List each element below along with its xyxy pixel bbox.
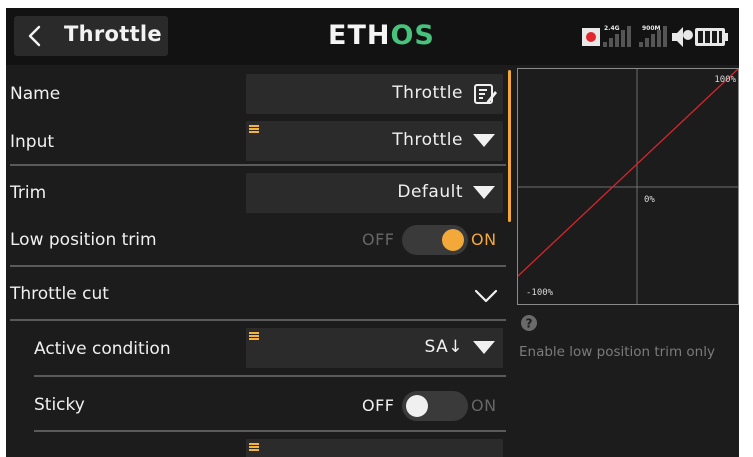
toggle-knob[interactable] xyxy=(406,395,428,417)
toggle-on-label: ON xyxy=(471,396,497,415)
curve-min-label: -100% xyxy=(526,288,554,298)
throttle-cut-label: Throttle cut xyxy=(10,284,109,304)
ethos-logo: ETH OS xyxy=(328,18,435,52)
trim-value: Default xyxy=(397,182,463,202)
source-marker-icon xyxy=(249,443,259,451)
frame-left xyxy=(0,0,6,457)
toggle-track[interactable] xyxy=(402,225,468,255)
help-icon[interactable]: ? xyxy=(520,314,538,332)
name-label: Name xyxy=(10,84,61,104)
toggle-knob[interactable] xyxy=(442,229,464,251)
input-select[interactable]: Throttle xyxy=(246,121,503,161)
dropdown-caret-icon xyxy=(473,341,495,354)
divider xyxy=(10,265,506,267)
divider xyxy=(10,319,506,321)
record-icon xyxy=(582,28,600,46)
row-sticky: Sticky OFF ON xyxy=(6,380,506,434)
toggle-track[interactable] xyxy=(402,391,468,421)
name-value: Throttle xyxy=(392,83,463,103)
battery-icon xyxy=(695,28,728,46)
sticky-label: Sticky xyxy=(34,395,85,415)
rf-label-24: 2.4G xyxy=(604,25,620,32)
back-button[interactable]: Throttle xyxy=(14,16,168,56)
logo-text-accent: OS xyxy=(390,19,435,51)
low-position-trim-label: Low position trim xyxy=(10,230,157,250)
toggle-off-label: OFF xyxy=(362,230,395,249)
toggle-on-label: ON xyxy=(471,230,497,249)
source-marker-icon xyxy=(249,125,259,133)
frame-right xyxy=(739,0,753,457)
trim-label: Trim xyxy=(10,183,47,203)
row-name: Name Throttle xyxy=(6,67,506,121)
row-low-position-trim: Low position trim OFF ON xyxy=(6,217,506,271)
source-marker-icon xyxy=(249,332,259,340)
rf-label-900: 900M xyxy=(642,25,661,32)
curve-line xyxy=(518,69,738,277)
curve-graph xyxy=(518,69,738,304)
row-input: Input Throttle xyxy=(6,116,506,170)
curve-max-label: 100% xyxy=(714,75,736,85)
dropdown-caret-icon xyxy=(473,186,495,199)
speaker-icon xyxy=(672,27,693,47)
settings-list: Name Throttle Input Throttle Trim Defaul… xyxy=(6,65,506,457)
name-field[interactable]: Throttle xyxy=(246,74,503,114)
chevron-left-icon xyxy=(28,25,41,47)
trim-select[interactable]: Default xyxy=(246,173,503,213)
divider xyxy=(10,164,506,166)
divider xyxy=(34,375,506,377)
dropdown-caret-icon xyxy=(473,134,495,147)
header-bar: Throttle ETH OS 2.4G 900M xyxy=(6,8,739,65)
edit-icon[interactable] xyxy=(473,82,497,106)
input-label: Input xyxy=(10,132,55,152)
active-condition-value: SA↓ xyxy=(424,337,463,357)
row-active-condition: Active condition SA↓ xyxy=(6,324,506,378)
screen: Throttle ETH OS 2.4G 900M Name Throttle … xyxy=(0,0,753,457)
row-trim: Trim Default xyxy=(6,169,506,223)
scrollbar[interactable] xyxy=(508,70,511,222)
svg-text:?: ? xyxy=(526,317,533,331)
curve-preview: 100% 0% -100% xyxy=(517,68,739,305)
active-condition-select[interactable]: SA↓ xyxy=(246,328,503,368)
frame-top xyxy=(0,0,753,8)
divider xyxy=(34,430,506,432)
input-value: Throttle xyxy=(392,130,463,150)
chevron-down-icon[interactable] xyxy=(474,288,498,304)
next-row-field[interactable] xyxy=(246,439,503,457)
sticky-toggle[interactable]: OFF ON xyxy=(362,391,502,421)
active-condition-label: Active condition xyxy=(34,339,171,359)
toggle-off-label: OFF xyxy=(362,396,395,415)
curve-center-label: 0% xyxy=(644,195,655,205)
page-title: Throttle xyxy=(64,22,162,46)
low-position-trim-toggle[interactable]: OFF ON xyxy=(362,225,502,255)
row-throttle-cut[interactable]: Throttle cut xyxy=(6,270,506,324)
status-icons: 2.4G 900M xyxy=(582,25,728,47)
logo-text-main: ETH xyxy=(328,19,391,51)
help-text: Enable low position trim only xyxy=(519,344,715,360)
